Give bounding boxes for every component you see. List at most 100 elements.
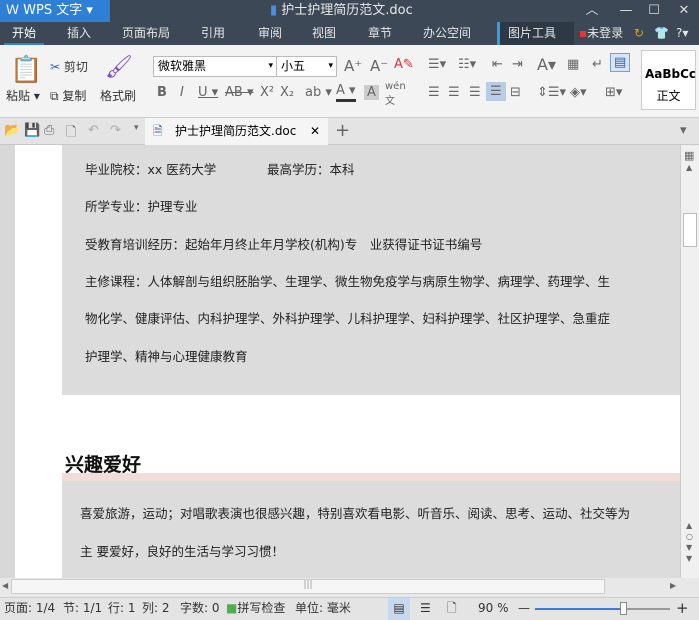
paste-icon[interactable]: 📋 [10, 55, 42, 85]
zoom-slider[interactable] [535, 602, 670, 615]
tab-chapter[interactable]: 章节 [368, 22, 392, 45]
tab-view[interactable]: 视图 [312, 22, 336, 45]
bullets-icon[interactable]: ☰▾ [428, 57, 446, 72]
underline-icon[interactable]: U ▾ [198, 85, 218, 100]
maximize-button[interactable]: ☐ [640, 0, 668, 22]
table-icon[interactable]: ▦ [567, 57, 579, 72]
show-layout-icon[interactable]: ▤ [610, 53, 631, 72]
document-tab-bar: 📂 💾 ⎙ 🗋 ↶ ↷ ▾ 🗎 护士护理简历范文.doc ✕ + ▾ [0, 118, 699, 145]
bold-icon[interactable]: B [157, 85, 167, 100]
text-direction-icon[interactable]: A▾ [537, 55, 556, 74]
distribute-icon[interactable]: ⊟ [510, 85, 521, 100]
clear-format-icon[interactable]: A✎ [394, 57, 414, 72]
word-doc-icon: 🗎 [153, 124, 163, 138]
decrease-indent-icon[interactable]: ⇤ [492, 57, 503, 72]
wps-menu-button[interactable]: Ｗ WPS 文字 ▾ [0, 0, 110, 22]
grow-font-icon[interactable]: A⁺ [344, 57, 362, 75]
zoom-slider-thumb[interactable] [620, 602, 628, 615]
tab-references[interactable]: 引用 [201, 22, 225, 45]
font-select[interactable]: 微软雅黑 ▾ [153, 56, 277, 77]
page-nav-icons[interactable]: ▲ ○ ▼ ▼ [686, 520, 693, 564]
page-view-icon[interactable]: ▤ [388, 598, 410, 620]
skin-icon[interactable]: ↻ [634, 22, 644, 45]
borders-icon[interactable]: ⊞▾ [605, 85, 622, 100]
tab-insert[interactable]: 插入 [67, 22, 91, 45]
customize-icon[interactable]: ▾ [134, 123, 139, 133]
line-spacing-icon[interactable]: ⇕☰▾ [537, 85, 566, 100]
close-button[interactable]: ✕ [670, 0, 698, 22]
zoom-in-icon[interactable]: + [676, 598, 689, 619]
minimize-button[interactable]: — [612, 0, 640, 22]
zoom-out-icon[interactable]: — [518, 598, 530, 619]
shaded-block [62, 481, 680, 578]
spell-status-icon: ■ [226, 601, 238, 615]
horizontal-scrollbar[interactable]: ◀ ||| ▶ [0, 578, 699, 597]
print-preview-icon[interactable]: 🗋 [66, 123, 76, 145]
copy-icon: ⧉ [50, 89, 59, 103]
close-tab-icon[interactable]: ✕ [310, 118, 320, 145]
open-icon[interactable]: 📂 [4, 123, 20, 138]
align-right-icon[interactable]: ☰ [469, 85, 481, 100]
tab-picture-tools[interactable]: 图片工具 [497, 22, 574, 45]
align-left-icon[interactable]: ☰ [428, 85, 440, 100]
h-scroll-thumb[interactable]: ||| [11, 579, 605, 594]
scissors-icon: ✂ [50, 60, 61, 74]
phonetic-icon[interactable]: wén 文 [385, 81, 406, 107]
align-center-icon[interactable]: ☰ [448, 85, 460, 100]
print-icon[interactable]: ⎙ [44, 123, 54, 138]
help-icon[interactable]: ?▾ [676, 22, 688, 45]
title-bar: Ｗ WPS 文字 ▾ ▮ 护士护理简历范文.doc ︿ — ☐ ✕ [0, 0, 699, 22]
shirt-icon[interactable]: 👕 [654, 22, 669, 45]
style-normal[interactable]: AaBbCc 正文 [641, 50, 696, 110]
wps-logo-icon: Ｗ [6, 3, 24, 18]
highlight-icon[interactable]: ab ▾ [305, 85, 332, 100]
window-title: ▮ 护士护理简历范文.doc [270, 3, 413, 18]
justify-icon[interactable]: ☰ [486, 82, 506, 101]
login-button[interactable]: ▪未登录 [579, 22, 623, 45]
tab-office-space[interactable]: 办公空间 [423, 22, 471, 45]
page[interactable]: 毕业院校：xx 医药大学 最高学历：本科 所学专业：护理专业 受教育培训经历：起… [15, 145, 680, 578]
copy-button[interactable]: ⧉ 复制 [50, 87, 86, 104]
document-tab[interactable]: 🗎 护士护理简历范文.doc ✕ [145, 118, 328, 145]
tab-review[interactable]: 审阅 [258, 22, 282, 45]
new-tab-icon[interactable]: + [335, 120, 350, 141]
ruler-toggle-icon[interactable]: ▦ [684, 149, 694, 162]
undo-icon[interactable]: ↶ [88, 123, 99, 138]
shading-icon[interactable]: ◈▾ [570, 85, 587, 100]
shrink-font-icon[interactable]: A⁻ [370, 57, 388, 75]
increase-indent-icon[interactable]: ⇥ [512, 57, 523, 72]
strikethrough-icon[interactable]: AB ▾ [225, 85, 253, 100]
scroll-right-icon[interactable]: ▶ [670, 581, 676, 590]
tab-layout[interactable]: 页面布局 [122, 22, 170, 45]
zoom-slider-fill [535, 608, 625, 610]
char-shading-icon[interactable]: A [364, 85, 379, 100]
font-size-select[interactable]: 小五 ▾ [276, 56, 337, 77]
scroll-thumb[interactable] [683, 213, 697, 247]
collapse-ribbon-icon[interactable]: ︿ [578, 0, 606, 22]
ribbon-toolbar: 📋 粘贴 ▾ ✂ 剪切 ⧉ 复制 🖌 格式刷 微软雅黑 ▾ 小五 ▾ A⁺ A⁻ A… [0, 45, 699, 118]
superscript-icon[interactable]: X² [260, 85, 274, 100]
subscript-icon[interactable]: X₂ [280, 85, 294, 100]
save-icon[interactable]: 💾 [24, 123, 40, 138]
status-bar: 页面: 1/4 节: 1/1 行: 1 列: 2 字数: 0 ■拼写检查 单位:… [0, 597, 699, 620]
scroll-up-icon[interactable]: ▲ [686, 163, 692, 172]
redo-icon[interactable]: ↷ [110, 123, 121, 138]
vertical-scrollbar[interactable]: ▦ ▲ ▲ ○ ▼ ▼ [680, 145, 699, 578]
heading-divider [62, 473, 680, 481]
spell-check-button[interactable]: ■拼写检查 [226, 598, 285, 619]
tab-home[interactable]: 开始 [4, 22, 45, 45]
document-area: 毕业院校：xx 医药大学 最高学历：本科 所学专业：护理专业 受教育培训经历：起… [0, 145, 680, 578]
brush-icon: 🖌 [105, 55, 133, 80]
cut-button[interactable]: ✂ 剪切 [50, 58, 88, 75]
italic-icon[interactable]: I [180, 85, 184, 100]
outline-view-icon[interactable]: ☰ [420, 598, 431, 619]
numbering-icon[interactable]: ☷▾ [458, 57, 476, 72]
ribbon-tabs: 开始 插入 页面布局 引用 审阅 视图 章节 办公空间 图片工具 ▪未登录 ↻ … [0, 22, 699, 45]
web-view-icon[interactable]: 🗋 [447, 598, 457, 619]
font-color-icon[interactable]: A ▾ [336, 83, 356, 102]
paste-button[interactable]: 粘贴 ▾ [6, 87, 40, 104]
tab-menu-icon[interactable]: ▾ [680, 123, 687, 138]
scroll-left-icon[interactable]: ◀ [2, 581, 8, 590]
paragraph-mark-icon[interactable]: ↵ [592, 57, 603, 72]
format-painter-button[interactable]: 格式刷 [100, 87, 136, 104]
